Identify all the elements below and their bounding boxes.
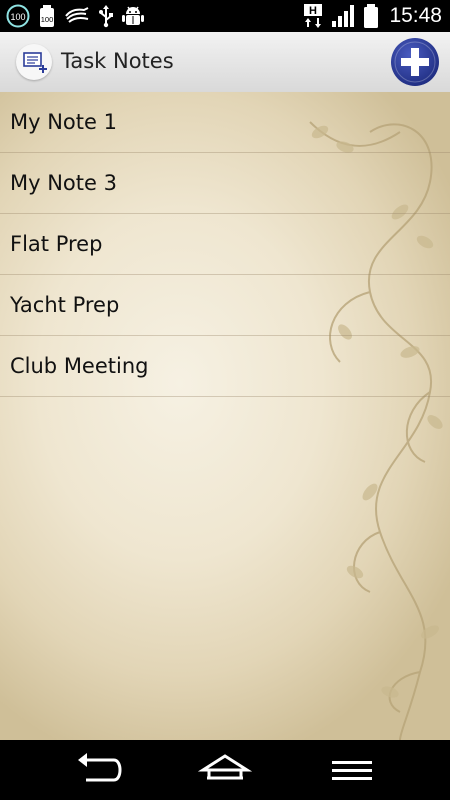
note-label: Yacht Prep bbox=[10, 293, 120, 317]
back-arrow-icon bbox=[78, 753, 122, 782]
app-logo-icon bbox=[16, 44, 52, 80]
status-time: 15:48 bbox=[389, 4, 442, 27]
menu-icon bbox=[332, 761, 372, 780]
battery-100-icon: 100 bbox=[6, 4, 30, 28]
badge-100a: 100 bbox=[10, 12, 25, 22]
navigation-bar bbox=[0, 740, 450, 800]
usb-icon bbox=[98, 4, 114, 28]
note-list: My Note 1 My Note 3 Flat Prep Yacht Prep… bbox=[0, 92, 450, 397]
home-icon bbox=[197, 754, 253, 780]
note-label: My Note 1 bbox=[10, 110, 117, 134]
battery-icon bbox=[363, 3, 379, 29]
list-item[interactable]: Yacht Prep bbox=[0, 275, 450, 336]
battery-100-alt-icon: 100 bbox=[38, 4, 56, 28]
action-bar: Task Notes bbox=[0, 32, 450, 93]
note-label: My Note 3 bbox=[10, 171, 117, 195]
network-badge: H bbox=[309, 5, 317, 17]
android-debug-icon bbox=[122, 4, 144, 28]
sync-icon bbox=[64, 6, 90, 26]
note-label: Club Meeting bbox=[10, 354, 149, 378]
menu-button[interactable] bbox=[322, 750, 382, 790]
note-label: Flat Prep bbox=[10, 232, 103, 256]
add-note-button[interactable] bbox=[390, 37, 440, 87]
list-item[interactable]: Flat Prep bbox=[0, 214, 450, 275]
back-button[interactable] bbox=[70, 750, 130, 790]
plus-circle-icon bbox=[391, 38, 439, 86]
home-button[interactable] bbox=[195, 750, 255, 790]
signal-icon bbox=[331, 4, 355, 28]
network-h-icon: H bbox=[303, 3, 323, 29]
list-item[interactable]: My Note 1 bbox=[0, 92, 450, 153]
list-item[interactable]: My Note 3 bbox=[0, 153, 450, 214]
notes-content: My Note 1 My Note 3 Flat Prep Yacht Prep… bbox=[0, 92, 450, 740]
status-bar: 100 100 H 15:48 bbox=[0, 0, 450, 32]
list-item[interactable]: Club Meeting bbox=[0, 336, 450, 397]
app-title: Task Notes bbox=[61, 49, 174, 73]
badge-100b: 100 bbox=[41, 15, 54, 24]
